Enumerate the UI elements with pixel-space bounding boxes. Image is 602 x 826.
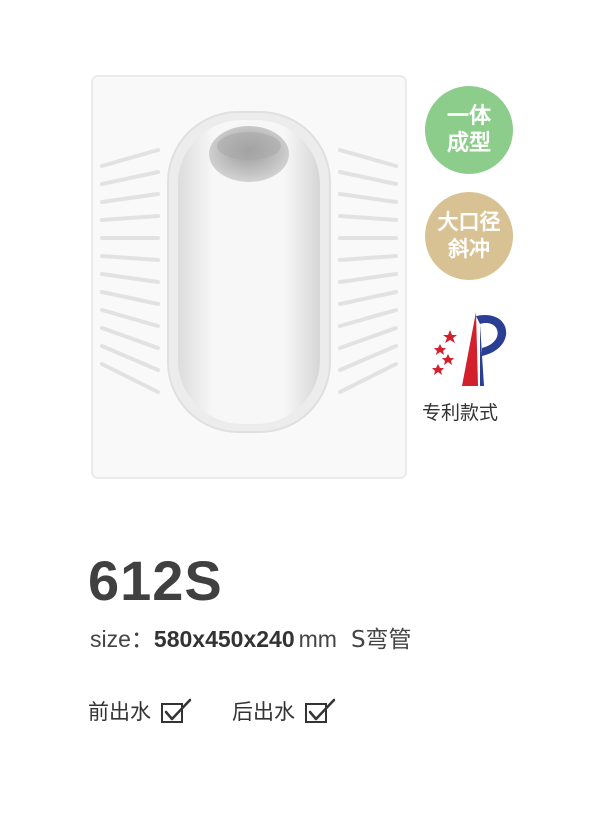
badge-line1: 大口径	[437, 210, 501, 234]
rear-outlet-option: 后出水	[232, 696, 337, 726]
integrated-molding-badge: 一体 成型	[425, 86, 513, 174]
size-spec: size：580x450x240 mm S弯管	[90, 620, 412, 654]
size-label: size：	[90, 626, 154, 652]
trap-type: S弯管	[350, 627, 412, 653]
badge-line2: 斜冲	[448, 237, 490, 261]
front-outlet-label: 前出水	[88, 700, 151, 724]
badge-line1: 一体	[446, 104, 491, 129]
size-unit: mm	[298, 626, 337, 652]
front-outlet-option: 前出水	[88, 696, 193, 726]
size-value: 580x450x240	[153, 626, 295, 652]
large-diameter-badge: 大口径 斜冲	[425, 192, 513, 280]
patent-logo-icon	[432, 312, 507, 386]
checkbox-checked-icon	[161, 698, 192, 723]
squat-toilet-image	[91, 75, 407, 479]
rear-outlet-label: 后出水	[232, 700, 295, 724]
patent-label: 专利款式	[422, 402, 499, 424]
model-number: 612S	[88, 549, 223, 612]
badge-line2: 成型	[446, 131, 491, 156]
checkbox-checked-icon	[305, 698, 336, 723]
